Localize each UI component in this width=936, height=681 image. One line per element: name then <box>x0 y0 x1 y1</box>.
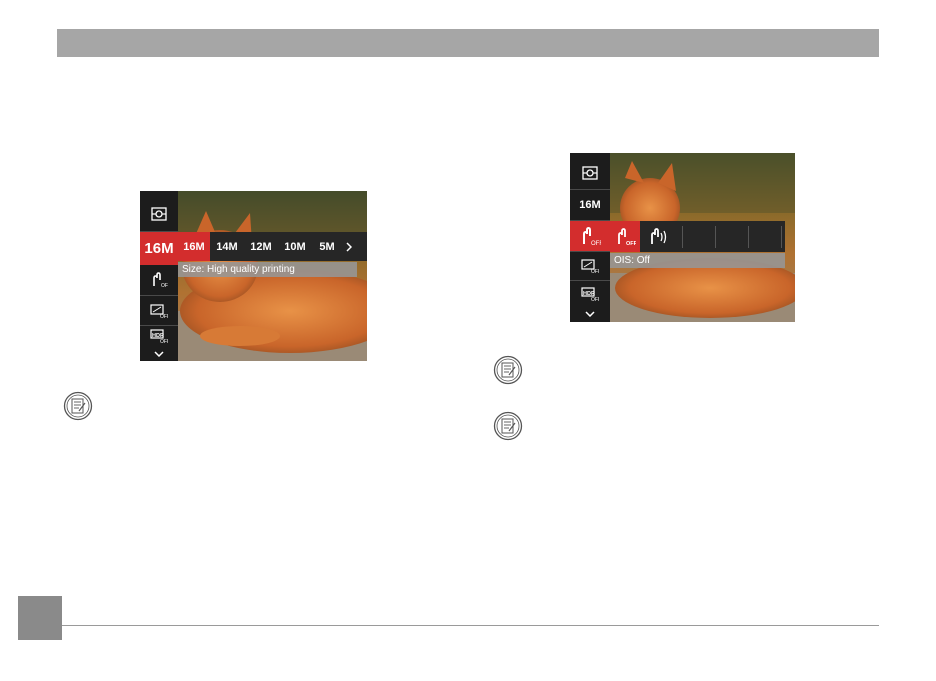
svg-text:OFF: OFF <box>591 297 599 301</box>
svg-text:OFF: OFF <box>160 314 168 318</box>
note-icon <box>493 411 523 441</box>
chevron-down-icon[interactable] <box>570 306 610 322</box>
image-size-icon[interactable]: 16M <box>570 190 610 220</box>
size-option-12m[interactable]: 12M <box>244 232 278 261</box>
size-options-bar: 16M 14M 12M 10M 5M <box>178 232 367 261</box>
svg-text:OFF: OFF <box>626 241 636 246</box>
settings-sidebar: 16M OFF OFF HDROFF <box>570 153 610 322</box>
metering-icon[interactable] <box>570 157 610 189</box>
svg-text:OFF: OFF <box>160 339 168 343</box>
ois-on-option-icon[interactable] <box>640 221 676 252</box>
continuous-af-off-icon[interactable]: OFF <box>140 296 178 325</box>
hdr-off-icon[interactable]: HDROFF <box>570 281 610 306</box>
camera-screen-image-size: 16M OFF OFF HDROFF 16M 14M 12M 10M 5M Si… <box>140 191 367 361</box>
image-size-icon[interactable]: 16M <box>140 232 178 265</box>
settings-sidebar: 16M OFF OFF HDROFF <box>140 191 178 361</box>
ois-options-bar: OFF <box>610 221 785 252</box>
continuous-af-off-icon[interactable]: OFF <box>570 252 610 280</box>
hdr-off-icon[interactable]: HDROFF <box>140 326 178 346</box>
note-icon <box>493 355 523 385</box>
svg-text:OFF: OFF <box>591 269 599 273</box>
option-description: OIS: Off <box>610 253 785 268</box>
footer-rule <box>62 625 879 626</box>
ois-off-icon[interactable]: OFF <box>570 221 610 251</box>
size-option-14m[interactable]: 14M <box>210 232 244 261</box>
note-icon <box>63 391 93 421</box>
ois-off-icon[interactable]: OFF <box>140 265 178 295</box>
svg-text:OFF: OFF <box>161 283 168 288</box>
chevron-right-icon[interactable] <box>342 232 356 261</box>
header-bar <box>57 29 879 57</box>
size-option-5m[interactable]: 5M <box>312 232 342 261</box>
size-option-10m[interactable]: 10M <box>278 232 312 261</box>
metering-icon[interactable] <box>140 197 178 231</box>
page-number-box <box>18 596 62 640</box>
svg-text:OFF: OFF <box>591 241 601 246</box>
camera-screen-ois: 16M OFF OFF HDROFF OFF OIS: Off <box>570 153 795 322</box>
option-description: Size: High quality printing <box>178 262 357 277</box>
chevron-down-icon[interactable] <box>140 346 178 361</box>
size-option-16m[interactable]: 16M <box>178 232 210 261</box>
ois-off-option-icon[interactable]: OFF <box>610 221 640 252</box>
